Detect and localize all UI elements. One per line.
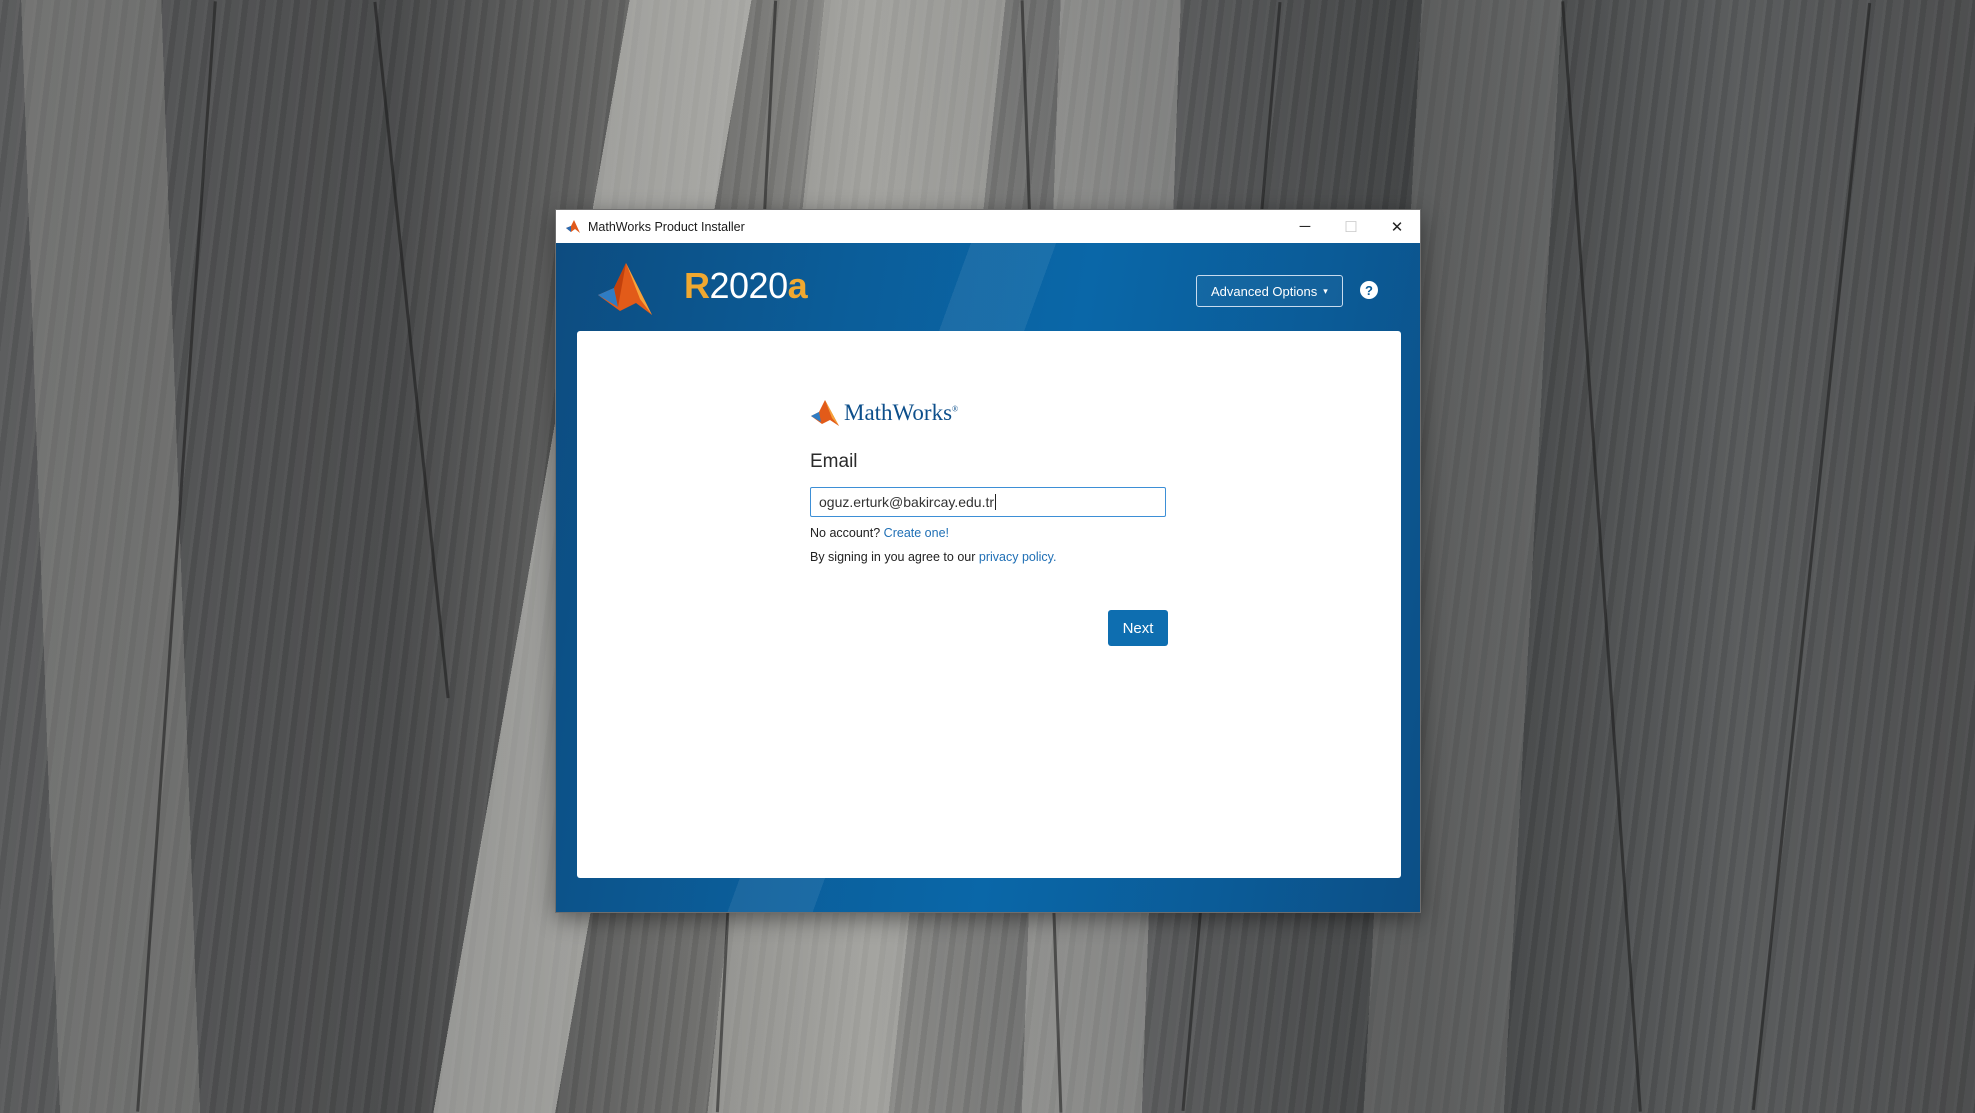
privacy-policy-link[interactable]: privacy policy. xyxy=(979,550,1057,564)
close-button[interactable]: ✕ xyxy=(1374,210,1420,243)
mathworks-logo: MathWorks® xyxy=(810,399,958,427)
email-value: oguz.erturk@bakircay.edu.tr xyxy=(819,494,995,510)
window-title: MathWorks Product Installer xyxy=(588,219,745,234)
no-account-line: No account? Create one! xyxy=(810,526,949,540)
window-controls: ─ ☐ ✕ xyxy=(1282,210,1420,243)
mathworks-membrane-icon xyxy=(811,400,839,426)
no-account-text: No account? xyxy=(810,526,881,540)
rock-crack xyxy=(373,1,450,699)
release-prefix: R xyxy=(684,265,710,306)
rock-crack xyxy=(1561,1,1642,1112)
release-version: R2020a xyxy=(684,265,808,307)
next-button[interactable]: Next xyxy=(1108,610,1168,646)
brand-name: MathWorks® xyxy=(844,400,958,426)
advanced-options-button[interactable]: Advanced Options ▾ xyxy=(1196,275,1343,307)
release-suffix: a xyxy=(787,265,808,306)
chevron-down-icon: ▾ xyxy=(1323,285,1328,296)
sign-in-panel: MathWorks® Email oguz.erturk@bakircay.ed… xyxy=(577,331,1401,878)
rock-crack xyxy=(136,1,217,1112)
matlab-logo-icon xyxy=(598,263,652,315)
release-year: 2020 xyxy=(709,265,789,306)
help-icon[interactable]: ? xyxy=(1360,281,1378,299)
advanced-options-label: Advanced Options xyxy=(1211,283,1318,299)
minimize-button[interactable]: ─ xyxy=(1282,210,1328,243)
email-field[interactable]: oguz.erturk@bakircay.edu.tr xyxy=(810,487,1166,517)
maximize-button: ☐ xyxy=(1344,218,1358,236)
registered-mark: ® xyxy=(952,404,959,414)
matlab-membrane-icon xyxy=(565,218,583,236)
text-cursor xyxy=(995,494,997,510)
create-account-link[interactable]: Create one! xyxy=(884,526,949,540)
privacy-line: By signing in you agree to our privacy p… xyxy=(810,550,1056,564)
email-label: Email xyxy=(810,451,858,472)
brand-name-text: MathWorks xyxy=(844,400,953,425)
title-bar[interactable]: MathWorks Product Installer ─ ☐ ✕ xyxy=(556,210,1420,243)
installer-body: R2020a Advanced Options ▾ ? MathWorks® E… xyxy=(556,243,1420,912)
installer-window: MathWorks Product Installer ─ ☐ ✕ R2020a… xyxy=(556,210,1420,912)
rock-crack xyxy=(1751,2,1872,1111)
agree-text: By signing in you agree to our xyxy=(810,550,976,564)
